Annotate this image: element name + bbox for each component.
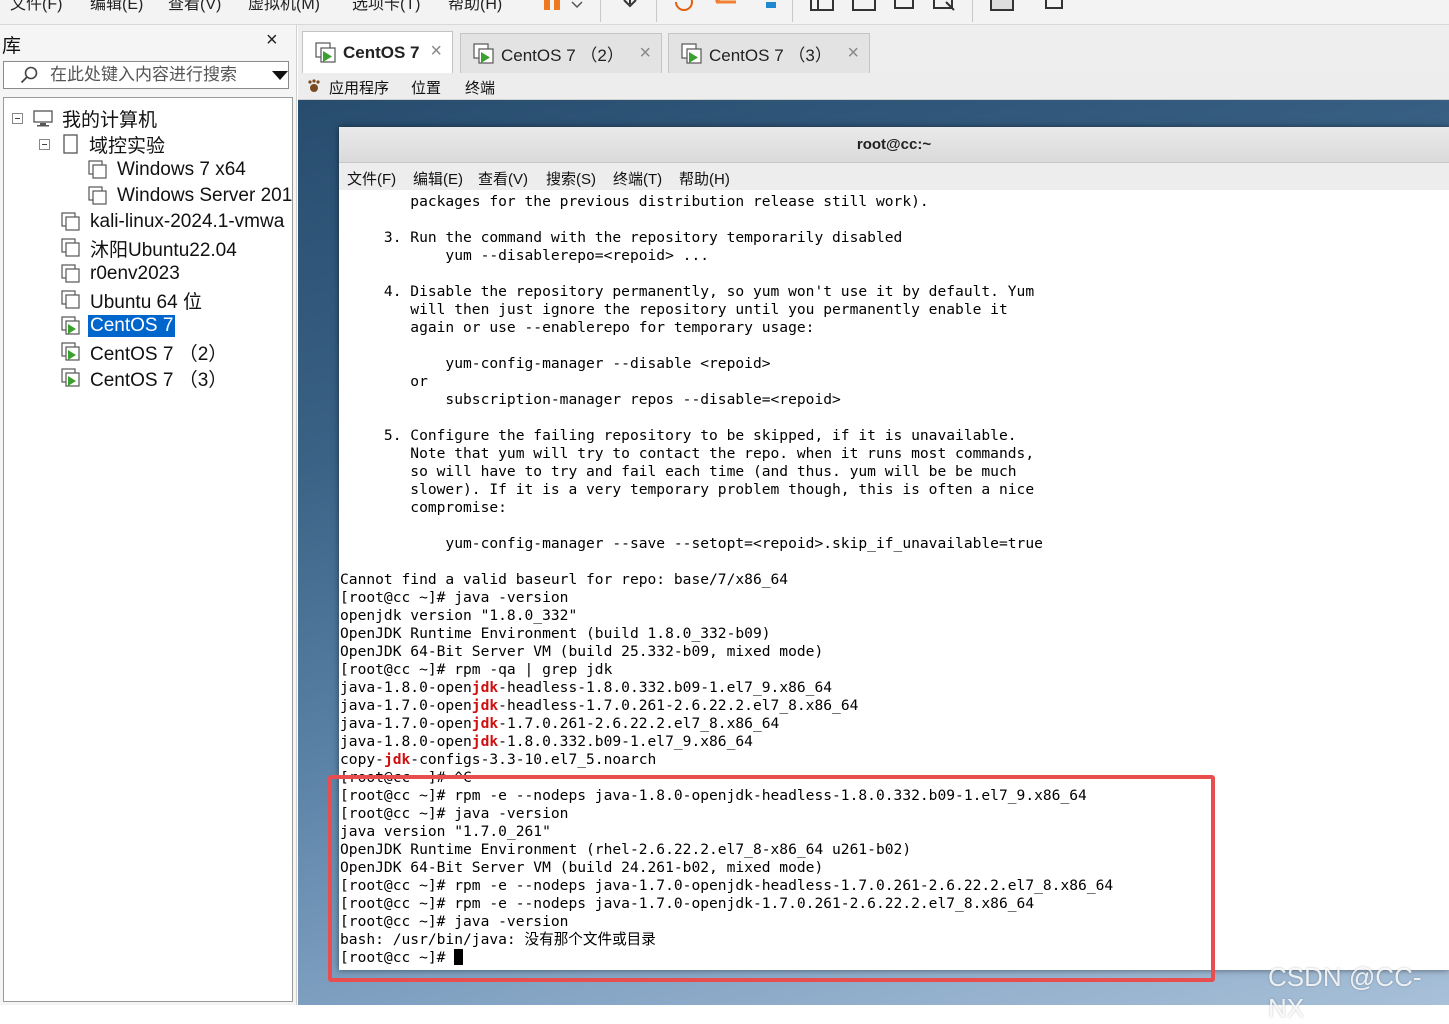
- tree-label: 沐阳Ubuntu22.04: [90, 239, 237, 261]
- grep-match: jdk: [471, 697, 499, 714]
- terminal-menu-view[interactable]: 查看(V): [478, 168, 528, 189]
- vm-running-icon: [315, 41, 336, 63]
- terminal-menu-edit[interactable]: 编辑(E): [413, 168, 463, 189]
- grep-match: jdk: [471, 733, 499, 750]
- vm-icon: [61, 212, 80, 231]
- fullscreen-icon[interactable]: [892, 0, 916, 12]
- tab-label: CentOS 7 （2）: [501, 46, 624, 65]
- library-panel: 库 × 我的计算机 域控实验 Windows 7 x64 Windows Ser…: [0, 25, 297, 1005]
- library-close-button[interactable]: ×: [266, 29, 278, 52]
- collapse-icon[interactable]: [12, 112, 23, 124]
- vm-tab-bar: CentOS 7 × CentOS 7 （2） × CentOS 7 （3） ×: [298, 25, 1449, 73]
- terminal-menu-search[interactable]: 搜索(S): [546, 168, 596, 189]
- menu-tabs[interactable]: 选项卡(T): [352, 0, 420, 14]
- tree-label: Ubuntu 64 位: [90, 291, 202, 313]
- menu-vm[interactable]: 虚拟机(M): [248, 0, 320, 14]
- view-options-icon[interactable]: [1044, 0, 1068, 12]
- tree-item-my-computer[interactable]: 我的计算机: [12, 106, 159, 131]
- library-title: 库: [2, 36, 22, 57]
- tree-label: 我的计算机: [62, 109, 158, 131]
- tree-item-folder[interactable]: 域控实验: [39, 132, 167, 157]
- revert-snapshot-icon[interactable]: [714, 0, 738, 12]
- tree-label: CentOS 7: [88, 315, 176, 337]
- terminal-menu-terminal[interactable]: 终端(T): [613, 168, 662, 189]
- vm-icon: [61, 238, 80, 257]
- tree-label: CentOS 7 （2）: [90, 343, 228, 365]
- tree-item-vm[interactable]: r0env2023: [61, 262, 182, 286]
- pause-icon[interactable]: [540, 0, 564, 12]
- watermark: CSDN @CC-NX: [1268, 962, 1422, 1023]
- annotation-box: [328, 775, 1215, 982]
- computer-icon: [33, 110, 53, 127]
- unity-icon[interactable]: [932, 0, 956, 12]
- menu-file[interactable]: 文件(F): [10, 0, 62, 14]
- tree-item-vm[interactable]: Windows Server 201: [88, 184, 293, 208]
- vm-icon: [88, 186, 107, 205]
- tab-centos-7-3[interactable]: CentOS 7 （3） ×: [668, 33, 870, 73]
- folder-icon: [63, 134, 78, 154]
- terminal-menu-help[interactable]: 帮助(H): [679, 168, 730, 189]
- vm-icon: [88, 160, 107, 179]
- vmware-menubar: 文件(F) 编辑(E) 查看(V) 虚拟机(M) 选项卡(T) 帮助(H): [0, 0, 1449, 25]
- menu-places[interactable]: 位置: [411, 77, 441, 98]
- tab-close-icon[interactable]: ×: [639, 42, 651, 65]
- tree-label: r0env2023: [90, 263, 180, 284]
- tab-close-icon[interactable]: ×: [847, 42, 859, 65]
- library-view-icon[interactable]: [810, 0, 834, 12]
- snapshot-icon[interactable]: [672, 0, 696, 12]
- vm-running-icon: [61, 368, 80, 387]
- tree-label: 域控实验: [89, 135, 166, 157]
- grep-match: jdk: [471, 679, 499, 696]
- menu-edit[interactable]: 编辑(E): [90, 0, 143, 14]
- console-view-icon[interactable]: [852, 0, 876, 12]
- menu-view[interactable]: 查看(V): [168, 0, 221, 14]
- vm-running-icon: [61, 342, 80, 361]
- vm-running-icon: [681, 42, 702, 64]
- tree-label: kali-linux-2024.1-vmwa: [90, 211, 285, 232]
- vm-running-icon: [473, 42, 494, 64]
- terminal-menu-file[interactable]: 文件(F): [347, 168, 396, 189]
- stretch-icon[interactable]: [990, 0, 1014, 12]
- gnome-foot-icon: [308, 79, 320, 92]
- tab-centos-7[interactable]: CentOS 7 ×: [302, 31, 453, 73]
- tree-item-vm[interactable]: CentOS 7 （2）: [61, 340, 229, 365]
- menu-terminal[interactable]: 终端: [465, 77, 495, 98]
- grep-match: jdk: [471, 715, 499, 732]
- search-dropdown-icon[interactable]: [272, 71, 288, 80]
- snapshot-manager-icon[interactable]: [754, 0, 778, 12]
- guest-top-panel: 应用程序 位置 终端: [298, 73, 1449, 100]
- tree-label: Windows 7 x64: [117, 159, 246, 180]
- terminal-menubar: 文件(F) 编辑(E) 查看(V) 搜索(S) 终端(T) 帮助(H): [339, 163, 1449, 191]
- tab-centos-7-2[interactable]: CentOS 7 （2） ×: [460, 33, 662, 73]
- vm-icon: [61, 264, 80, 283]
- tree-label: Windows Server 201: [117, 185, 293, 206]
- menu-help[interactable]: 帮助(H): [448, 0, 502, 14]
- tree-label: CentOS 7 （3）: [90, 369, 228, 391]
- terminal-title[interactable]: root@cc:~: [339, 127, 1449, 163]
- library-search-box: [3, 61, 289, 89]
- tab-close-icon[interactable]: ×: [430, 40, 442, 63]
- dropdown-icon[interactable]: [570, 0, 584, 12]
- tree-item-vm[interactable]: Ubuntu 64 位: [61, 288, 204, 313]
- search-icon: [20, 66, 38, 84]
- vm-running-icon: [61, 316, 80, 335]
- grep-match: jdk: [383, 751, 411, 768]
- vm-icon: [61, 290, 80, 309]
- menu-applications[interactable]: 应用程序: [329, 77, 389, 98]
- tree-item-vm[interactable]: kali-linux-2024.1-vmwa: [61, 210, 286, 234]
- tree-item-vm[interactable]: 沐阳Ubuntu22.04: [61, 236, 239, 261]
- tab-label: CentOS 7 （3）: [709, 46, 832, 65]
- tree-item-vm[interactable]: CentOS 7 （3）: [61, 366, 229, 391]
- tree-item-vm[interactable]: Windows 7 x64: [88, 158, 248, 182]
- tab-label: CentOS 7: [343, 42, 420, 62]
- collapse-icon[interactable]: [39, 138, 50, 150]
- tree-item-vm-selected[interactable]: CentOS 7: [61, 314, 176, 338]
- send-keys-icon[interactable]: [618, 0, 642, 12]
- vm-tree: 我的计算机 域控实验 Windows 7 x64 Windows Server …: [3, 97, 293, 1002]
- library-search-input[interactable]: [50, 64, 260, 86]
